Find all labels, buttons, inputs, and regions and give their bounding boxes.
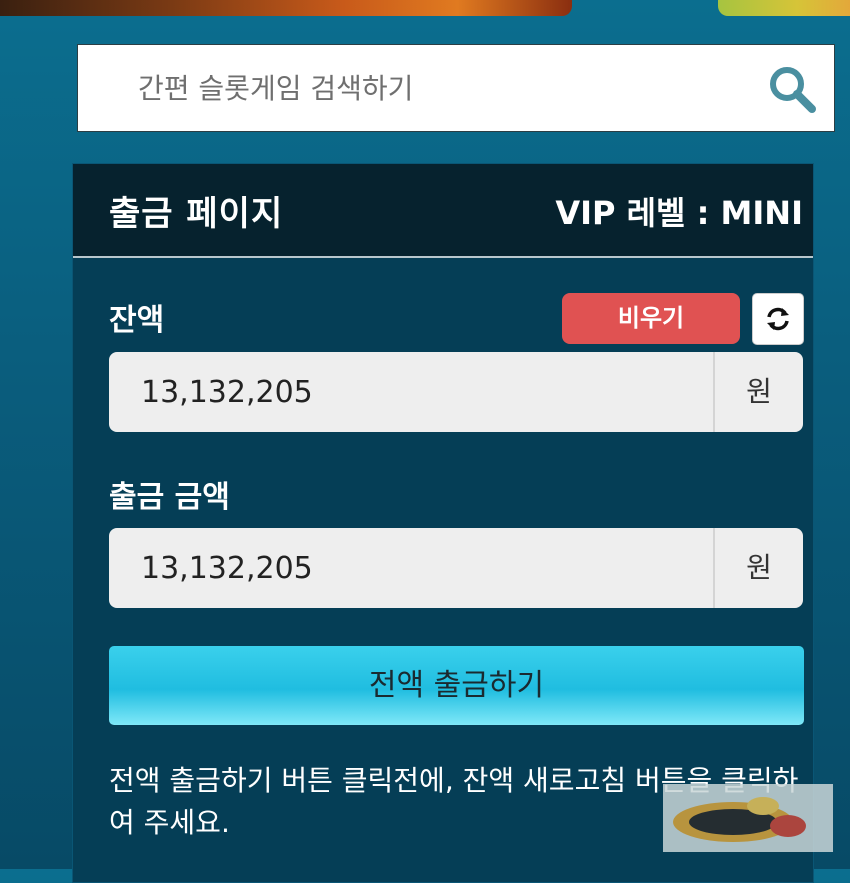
clear-button[interactable]: 비우기 xyxy=(562,293,740,344)
withdraw-all-button[interactable]: 전액 출금하기 xyxy=(109,646,804,725)
withdraw-amount-field: 원 xyxy=(109,528,803,608)
withdrawal-panel: 출금 페이지 VIP 레벨 : MINI 잔액 비우기 원 출금 금액 원 전액… xyxy=(72,163,814,883)
watermark-logo xyxy=(663,784,833,852)
vip-level: VIP 레벨 : MINI xyxy=(555,194,803,232)
withdraw-amount-label: 출금 금액 xyxy=(109,480,230,515)
withdraw-amount-input[interactable] xyxy=(109,528,713,608)
search-bar xyxy=(77,44,835,132)
balance-input[interactable] xyxy=(109,352,713,432)
balance-unit: 원 xyxy=(713,352,803,432)
search-input[interactable] xyxy=(78,45,758,131)
game-banner-left[interactable] xyxy=(0,0,572,16)
balance-field: 원 xyxy=(109,352,803,432)
game-banner-right[interactable] xyxy=(718,0,850,16)
balance-label: 잔액 xyxy=(109,303,165,338)
search-icon[interactable] xyxy=(766,63,818,115)
panel-header: 출금 페이지 VIP 레벨 : MINI xyxy=(73,164,813,258)
refresh-icon xyxy=(767,307,789,331)
withdraw-unit: 원 xyxy=(713,528,803,608)
refresh-balance-button[interactable] xyxy=(752,293,804,345)
page-title: 출금 페이지 xyxy=(109,194,284,234)
